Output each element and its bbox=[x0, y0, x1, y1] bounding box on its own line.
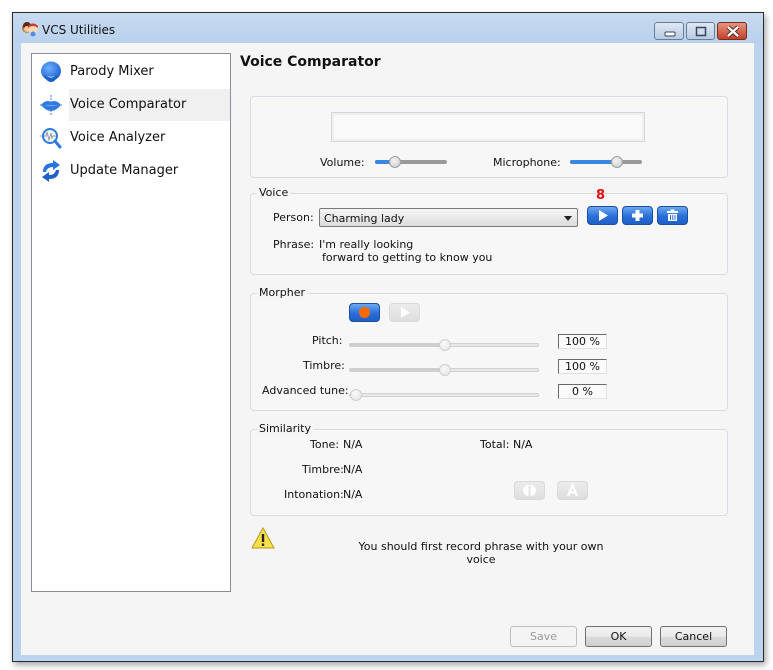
microphone-label: Microphone: bbox=[493, 156, 561, 169]
timbre-value: 100 % bbox=[558, 359, 607, 374]
lips-icon bbox=[40, 95, 62, 115]
timbre-slider-fill bbox=[350, 368, 445, 372]
magnifier-wave-icon bbox=[40, 128, 62, 149]
similarity-group-label: Similarity bbox=[257, 422, 314, 435]
person-select[interactable]: Charming lady bbox=[319, 208, 578, 227]
page-title: Voice Comparator bbox=[240, 54, 381, 70]
total-value: N/A bbox=[513, 438, 533, 451]
advanced-tune-slider-thumb[interactable] bbox=[350, 389, 362, 401]
minimize-button[interactable] bbox=[654, 22, 684, 40]
phrase-label: Phrase: bbox=[273, 238, 315, 251]
title-bar[interactable]: VCS Utilities bbox=[13, 13, 763, 43]
phrase-line-1: I'm really looking bbox=[319, 238, 414, 251]
compare-button[interactable] bbox=[514, 481, 545, 500]
record-icon bbox=[359, 307, 370, 318]
save-button[interactable]: Save bbox=[510, 626, 577, 647]
timbre-slider[interactable] bbox=[349, 364, 539, 376]
auto-button[interactable] bbox=[557, 481, 588, 500]
play-icon bbox=[401, 307, 410, 318]
pitch-slider-thumb[interactable] bbox=[439, 339, 451, 351]
half-circle-icon bbox=[523, 485, 536, 496]
warning-line-2: voice bbox=[466, 553, 496, 566]
advanced-tune-value: 0 % bbox=[558, 384, 607, 399]
similarity-group: Similarity Tone: N/A Total: N/A Timbre: … bbox=[250, 422, 728, 516]
voice-group-label: Voice bbox=[257, 186, 291, 199]
intonation-label: Intonation: bbox=[284, 488, 344, 501]
intonation-value: N/A bbox=[343, 488, 363, 501]
levels-panel: Volume: Microphone: bbox=[250, 96, 728, 178]
sidebar-item-label: Parody Mixer bbox=[70, 64, 154, 79]
tone-value: N/A bbox=[343, 438, 363, 451]
morpher-group: Morpher Pitch: 100 % Timbre: 100 % Advan… bbox=[250, 286, 728, 411]
sidebar-nav: Parody Mixer Voice Comparator Voice Anal… bbox=[31, 53, 231, 592]
play-voice-button[interactable] bbox=[587, 206, 618, 225]
advanced-tune-slider[interactable] bbox=[349, 389, 539, 401]
person-select-value: Charming lady bbox=[324, 212, 405, 225]
advanced-tune-label: Advanced tune: bbox=[262, 384, 349, 397]
annotation-badge: 8 bbox=[596, 188, 606, 203]
cancel-button[interactable]: Cancel bbox=[660, 626, 727, 647]
morpher-group-label: Morpher bbox=[257, 286, 307, 299]
face-icon bbox=[41, 61, 61, 82]
phrase-line-2: forward to getting to know you bbox=[322, 251, 493, 264]
record-button[interactable] bbox=[349, 303, 380, 322]
minimize-icon bbox=[664, 31, 676, 37]
voice-group: Voice Person: Charming lady 8 Phrase: I'… bbox=[250, 186, 728, 275]
timbre-slider-thumb[interactable] bbox=[439, 364, 451, 376]
pitch-slider-fill bbox=[350, 343, 445, 347]
warning-line-1: You should first record phrase with your… bbox=[358, 540, 604, 553]
sidebar-item-label: Voice Analyzer bbox=[70, 130, 166, 145]
close-button[interactable] bbox=[717, 22, 747, 40]
tone-label: Tone: bbox=[310, 438, 340, 451]
warning-icon bbox=[251, 527, 275, 549]
maximize-icon bbox=[695, 26, 707, 37]
total-label: Total: bbox=[480, 438, 510, 451]
ok-button[interactable]: OK bbox=[585, 626, 652, 647]
sidebar-item-label: Update Manager bbox=[70, 163, 179, 178]
letter-a-icon bbox=[566, 482, 579, 497]
pitch-slider[interactable] bbox=[349, 339, 539, 351]
window-title: VCS Utilities bbox=[42, 23, 116, 37]
app-window: VCS Utilities Parody Mixer Voice Compara… bbox=[12, 12, 764, 662]
refresh-arrows-icon bbox=[42, 160, 60, 182]
sidebar-item-update-manager[interactable]: Update Manager bbox=[32, 155, 230, 187]
delete-voice-button[interactable] bbox=[657, 206, 688, 225]
timbre-label: Timbre: bbox=[303, 359, 345, 372]
trash-icon bbox=[667, 209, 678, 221]
app-faces-icon bbox=[22, 22, 38, 37]
sidebar-item-parody-mixer[interactable]: Parody Mixer bbox=[32, 56, 230, 88]
add-voice-button[interactable] bbox=[622, 206, 653, 225]
play-morphed-button[interactable] bbox=[389, 303, 420, 322]
sidebar-item-voice-analyzer[interactable]: Voice Analyzer bbox=[32, 122, 230, 154]
person-label: Person: bbox=[273, 211, 314, 224]
play-icon bbox=[599, 210, 608, 221]
microphone-slider-fill bbox=[570, 160, 617, 164]
dialog-client-area: Parody Mixer Voice Comparator Voice Anal… bbox=[21, 43, 754, 655]
volume-slider-thumb[interactable] bbox=[389, 156, 401, 168]
volume-slider[interactable] bbox=[375, 156, 447, 168]
chevron-down-icon bbox=[564, 216, 572, 221]
level-meter-display bbox=[331, 112, 645, 142]
microphone-slider-thumb[interactable] bbox=[611, 156, 623, 168]
pitch-value: 100 % bbox=[558, 334, 607, 349]
close-icon bbox=[726, 25, 740, 38]
volume-label: Volume: bbox=[320, 156, 365, 169]
timbre-similarity-label: Timbre: bbox=[302, 463, 344, 476]
sidebar-item-voice-comparator[interactable]: Voice Comparator bbox=[32, 89, 230, 121]
timbre-similarity-value: N/A bbox=[343, 463, 363, 476]
warning-message: You should first record phrase with your… bbox=[356, 540, 606, 566]
sidebar-item-label: Voice Comparator bbox=[70, 97, 187, 112]
microphone-slider[interactable] bbox=[570, 156, 642, 168]
maximize-button[interactable] bbox=[686, 22, 715, 40]
pitch-label: Pitch: bbox=[312, 334, 343, 347]
plus-icon bbox=[632, 210, 643, 221]
